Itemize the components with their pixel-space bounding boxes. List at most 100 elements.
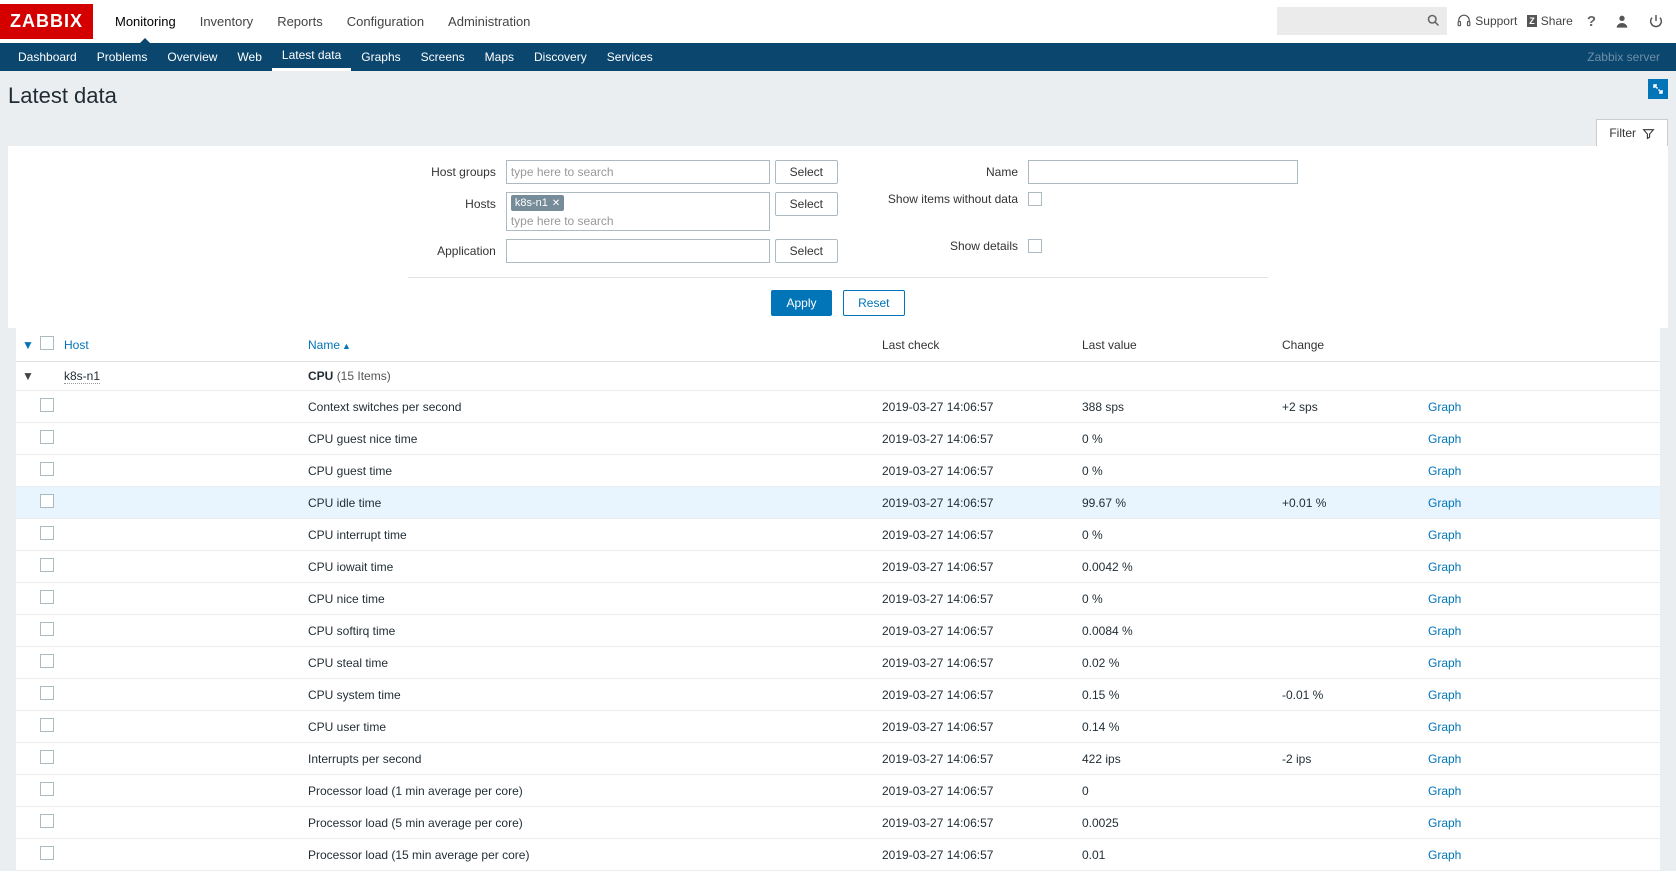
row-checkbox[interactable]	[40, 686, 54, 700]
row-checkbox[interactable]	[40, 622, 54, 636]
user-icon[interactable]	[1610, 13, 1634, 29]
subnav-item-latest-data[interactable]: Latest data	[272, 43, 351, 71]
group-caret-icon[interactable]: ▼	[22, 369, 40, 383]
subnav-item-graphs[interactable]: Graphs	[351, 43, 410, 71]
row-last-check: 2019-03-27 14:06:57	[882, 464, 1082, 478]
host-groups-text[interactable]	[511, 163, 765, 181]
row-last-value: 388 sps	[1082, 400, 1282, 414]
row-checkbox[interactable]	[40, 462, 54, 476]
hosts-select-button[interactable]: Select	[775, 192, 838, 216]
row-item-name: CPU idle time	[308, 496, 882, 510]
graph-link[interactable]: Graph	[1428, 784, 1461, 798]
show-details-checkbox[interactable]	[1028, 239, 1042, 253]
host-tag-remove-icon[interactable]: ✕	[552, 198, 560, 209]
row-checkbox[interactable]	[40, 430, 54, 444]
expand-all-caret-icon[interactable]: ▼	[22, 338, 40, 352]
subnav-item-problems[interactable]: Problems	[87, 43, 158, 71]
name-input[interactable]	[1028, 160, 1298, 184]
row-last-value: 0 %	[1082, 432, 1282, 446]
row-item-name: CPU guest time	[308, 464, 882, 478]
apply-button[interactable]: Apply	[771, 290, 831, 316]
host-groups-select-button[interactable]: Select	[775, 160, 838, 184]
power-icon[interactable]	[1644, 13, 1668, 29]
subnav-item-services[interactable]: Services	[597, 43, 663, 71]
graph-link[interactable]: Graph	[1428, 560, 1461, 574]
graph-link[interactable]: Graph	[1428, 688, 1461, 702]
row-checkbox[interactable]	[40, 398, 54, 412]
graph-link[interactable]: Graph	[1428, 432, 1461, 446]
fullscreen-button[interactable]	[1648, 79, 1668, 99]
group-host-label: k8s-n1	[64, 369, 100, 384]
show-without-data-checkbox[interactable]	[1028, 192, 1042, 206]
row-last-value: 99.67 %	[1082, 496, 1282, 510]
topnav-item-reports[interactable]: Reports	[265, 0, 335, 43]
search-input[interactable]	[1277, 7, 1447, 35]
row-item-name: CPU iowait time	[308, 560, 882, 574]
subnav-item-dashboard[interactable]: Dashboard	[8, 43, 87, 71]
graph-link[interactable]: Graph	[1428, 624, 1461, 638]
show-details-label: Show details	[838, 239, 1028, 253]
subnav-item-screens[interactable]: Screens	[411, 43, 475, 71]
application-select-button[interactable]: Select	[775, 239, 838, 263]
column-change[interactable]: Change	[1282, 338, 1428, 352]
help-icon[interactable]: ?	[1583, 13, 1600, 30]
graph-link[interactable]: Graph	[1428, 656, 1461, 670]
column-name[interactable]: Name▲	[308, 338, 882, 352]
group-host[interactable]: k8s-n1	[64, 369, 308, 383]
graph-link[interactable]: Graph	[1428, 592, 1461, 606]
row-checkbox[interactable]	[40, 526, 54, 540]
row-checkbox[interactable]	[40, 654, 54, 668]
graph-link[interactable]: Graph	[1428, 848, 1461, 862]
share-link[interactable]: Z Share	[1527, 14, 1573, 28]
host-tag-label: k8s-n1	[515, 197, 548, 209]
row-last-check: 2019-03-27 14:06:57	[882, 400, 1082, 414]
filter-tabs: Filter	[8, 119, 1668, 146]
hosts-text[interactable]	[511, 214, 765, 228]
logo[interactable]: ZABBIX	[0, 4, 93, 39]
row-checkbox[interactable]	[40, 558, 54, 572]
top-navigation: ZABBIX MonitoringInventoryReportsConfigu…	[0, 0, 1676, 43]
topnav-item-monitoring[interactable]: Monitoring	[103, 0, 188, 43]
column-host[interactable]: Host	[64, 338, 308, 352]
row-checkbox[interactable]	[40, 718, 54, 732]
graph-link[interactable]: Graph	[1428, 528, 1461, 542]
column-last-value[interactable]: Last value	[1082, 338, 1282, 352]
row-item-name: CPU softirq time	[308, 624, 882, 638]
row-checkbox[interactable]	[40, 814, 54, 828]
subnav-item-discovery[interactable]: Discovery	[524, 43, 597, 71]
topnav-item-administration[interactable]: Administration	[436, 0, 542, 43]
column-last-check[interactable]: Last check	[882, 338, 1082, 352]
graph-link[interactable]: Graph	[1428, 496, 1461, 510]
subnav-item-web[interactable]: Web	[227, 43, 271, 71]
share-label: Share	[1541, 14, 1573, 28]
row-checkbox[interactable]	[40, 782, 54, 796]
row-checkbox[interactable]	[40, 750, 54, 764]
graph-link[interactable]: Graph	[1428, 720, 1461, 734]
subnav-item-maps[interactable]: Maps	[475, 43, 524, 71]
host-groups-input[interactable]	[506, 160, 770, 184]
row-checkbox[interactable]	[40, 590, 54, 604]
row-last-check: 2019-03-27 14:06:57	[882, 848, 1082, 862]
select-all-checkbox[interactable]	[40, 336, 54, 350]
subnav-item-overview[interactable]: Overview	[157, 43, 227, 71]
filter-tab[interactable]: Filter	[1596, 119, 1668, 146]
table-row: CPU softirq time2019-03-27 14:06:570.008…	[16, 615, 1660, 647]
row-item-name: Processor load (1 min average per core)	[308, 784, 882, 798]
support-link[interactable]: Support	[1457, 14, 1517, 28]
row-last-value: 0	[1082, 784, 1282, 798]
search-icon[interactable]	[1426, 13, 1441, 28]
application-input[interactable]	[506, 239, 770, 263]
reset-button[interactable]: Reset	[843, 290, 904, 316]
graph-link[interactable]: Graph	[1428, 816, 1461, 830]
row-checkbox[interactable]	[40, 846, 54, 860]
graph-link[interactable]: Graph	[1428, 400, 1461, 414]
graph-link[interactable]: Graph	[1428, 464, 1461, 478]
support-label: Support	[1475, 14, 1517, 28]
hosts-input[interactable]: k8s-n1 ✕	[506, 192, 770, 231]
topnav-item-inventory[interactable]: Inventory	[188, 0, 265, 43]
host-tag[interactable]: k8s-n1 ✕	[511, 195, 564, 211]
group-item-count: (15 Items)	[337, 369, 391, 383]
graph-link[interactable]: Graph	[1428, 752, 1461, 766]
row-checkbox[interactable]	[40, 494, 54, 508]
topnav-item-configuration[interactable]: Configuration	[335, 0, 436, 43]
